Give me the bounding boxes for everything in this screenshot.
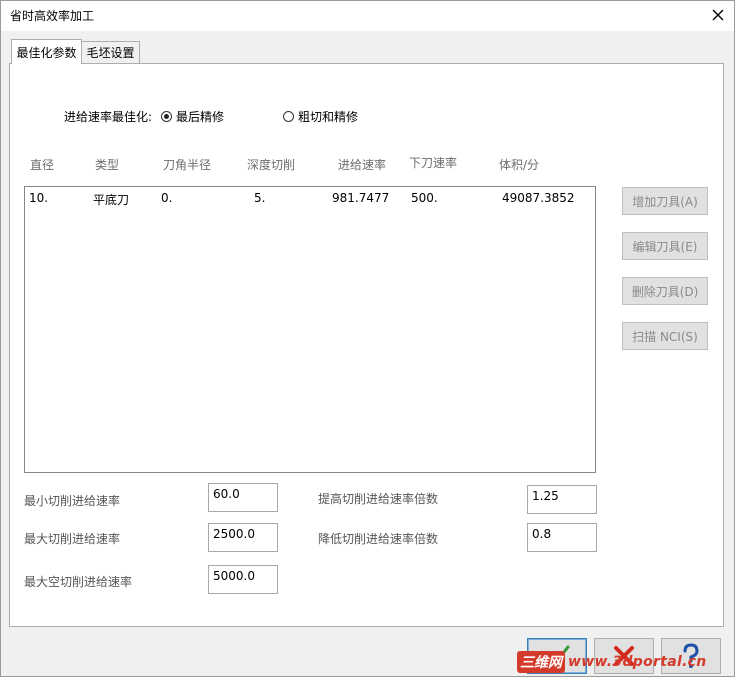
radio-selected-icon [161, 111, 172, 122]
table-row[interactable]: 10. 平底刀 0. 5. 981.7477 500. 49087.3852 [25, 187, 595, 209]
add-tool-button[interactable]: 增加刀具(A) [622, 187, 708, 215]
cell-volume-per-min: 49087.3852 [502, 191, 575, 205]
col-header-diameter: 直径 [30, 158, 55, 172]
max-air-feed-label: 最大空切削进给速率 [24, 575, 133, 589]
col-header-feed-rate: 进给速率 [338, 158, 387, 172]
watermark: 三维网 www.3dportal.cn [517, 650, 727, 674]
cell-depth-cut: 5. [254, 191, 266, 205]
cell-plunge-rate: 500. [411, 191, 438, 205]
decrease-factor-label: 降低切削进给速率倍数 [318, 532, 439, 546]
max-air-feed-input[interactable]: 5000.0 [208, 565, 278, 594]
title-bar [1, 1, 734, 31]
edit-tool-button[interactable]: 编辑刀具(E) [622, 232, 708, 260]
radio-rough-and-finish-label: 粗切和精修 [298, 110, 359, 124]
scan-nci-button[interactable]: 扫描 NCI(S) [622, 322, 708, 350]
col-header-plunge-rate: 下刀速率 [409, 156, 458, 170]
col-header-depth-cut: 深度切削 [247, 158, 296, 172]
increase-factor-input[interactable]: 1.25 [527, 485, 597, 514]
cell-feed-rate: 981.7477 [332, 191, 390, 205]
col-header-corner-radius: 刀角半径 [163, 158, 212, 172]
col-header-volume-per-min: 体积/分 [499, 158, 540, 172]
close-icon [712, 9, 724, 21]
cell-corner-radius: 0. [161, 191, 173, 205]
window-title: 省时高效率加工 [10, 9, 95, 23]
col-header-type: 类型 [95, 158, 120, 172]
radio-unselected-icon [283, 111, 294, 122]
max-feed-label: 最大切削进给速率 [24, 532, 121, 546]
increase-factor-label: 提高切削进给速率倍数 [318, 492, 439, 506]
tab-optimize-params[interactable]: 最佳化参数 [11, 39, 82, 64]
decrease-factor-input[interactable]: 0.8 [527, 523, 597, 552]
max-feed-input[interactable]: 2500.0 [208, 523, 278, 552]
delete-tool-button[interactable]: 删除刀具(D) [622, 277, 708, 305]
feed-optimize-label: 进给速率最佳化: [64, 110, 153, 124]
watermark-cn: 三维网 [517, 651, 565, 673]
cell-diameter: 10. [29, 191, 49, 205]
cell-type: 平底刀 [93, 193, 130, 207]
radio-final-finish[interactable]: 最后精修 [161, 108, 224, 125]
tool-list[interactable]: 10. 平底刀 0. 5. 981.7477 500. 49087.3852 [24, 186, 596, 473]
watermark-url: www.3dportal.cn [568, 654, 707, 670]
radio-final-finish-label: 最后精修 [176, 110, 225, 124]
min-feed-input[interactable]: 60.0 [208, 483, 278, 512]
min-feed-label: 最小切削进给速率 [24, 494, 121, 508]
tab-stock-setup[interactable]: 毛坯设置 [82, 41, 140, 64]
radio-rough-and-finish[interactable]: 粗切和精修 [283, 108, 358, 125]
close-button[interactable] [704, 2, 732, 28]
